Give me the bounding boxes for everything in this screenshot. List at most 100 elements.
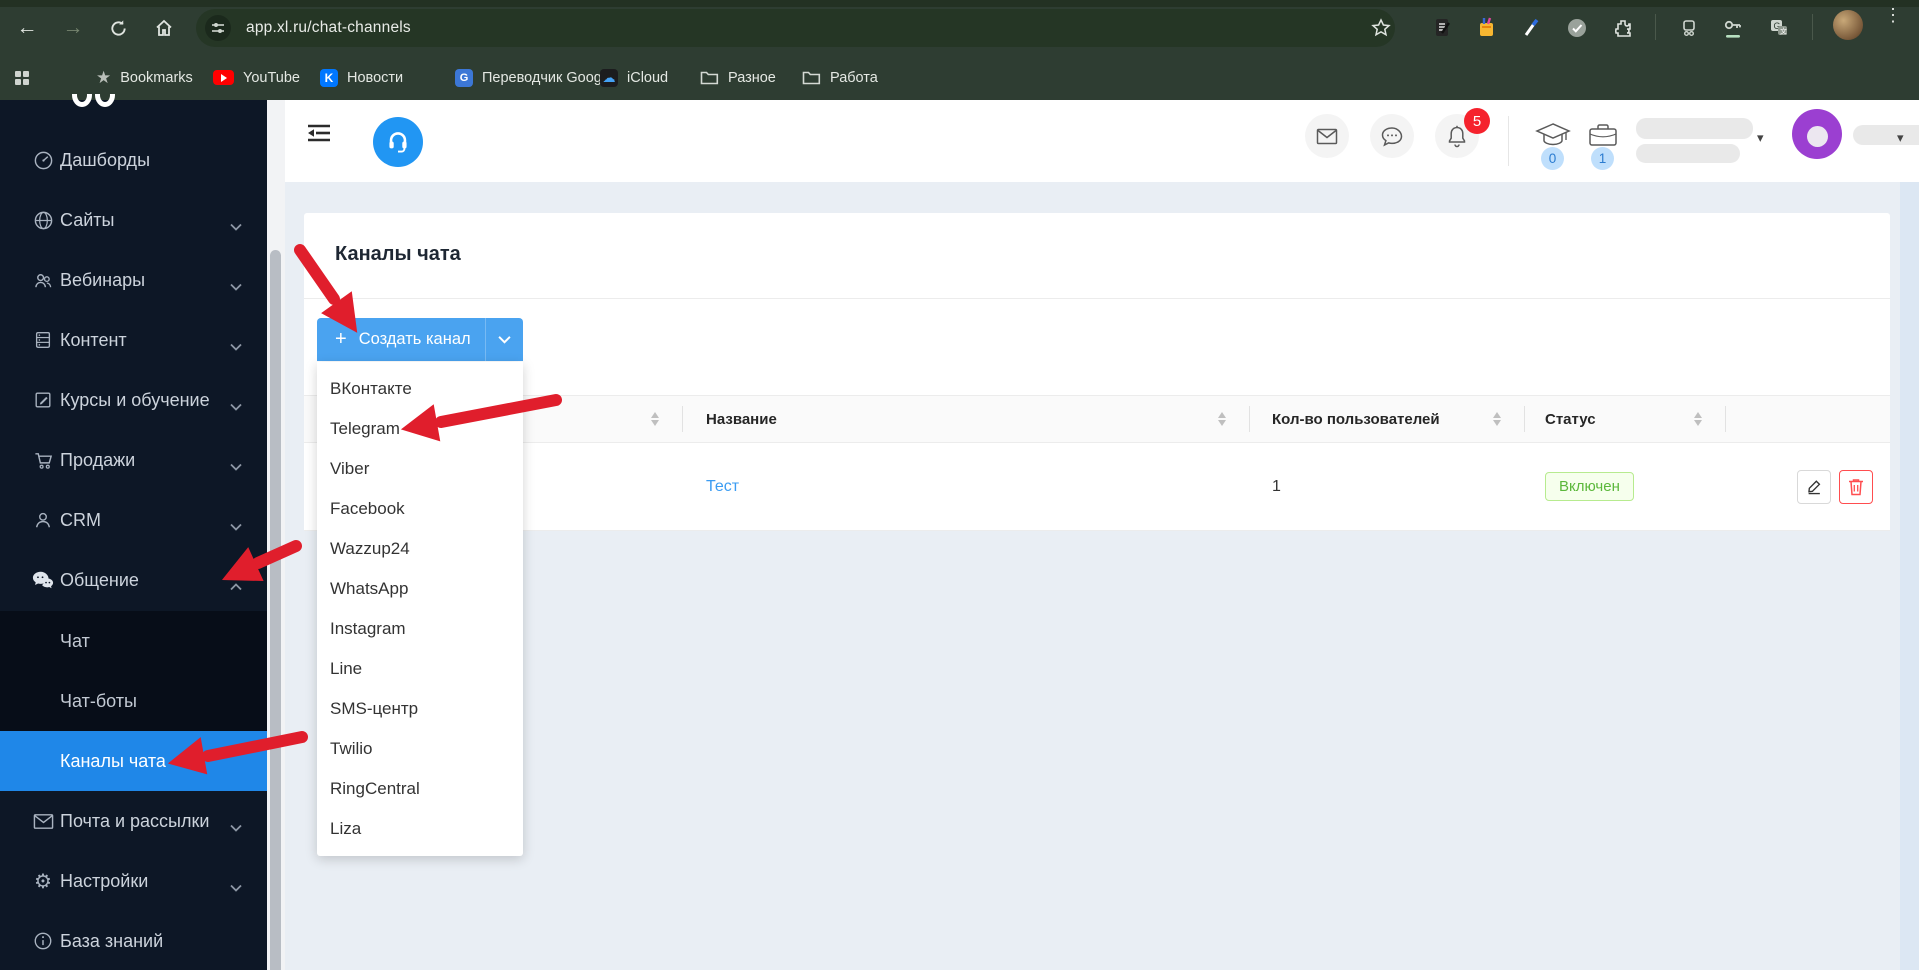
sidebar-item-crm[interactable]: CRM bbox=[0, 490, 267, 550]
dropdown-item-facebook[interactable]: Facebook bbox=[317, 489, 523, 529]
folder-icon bbox=[700, 71, 719, 85]
sort-icon[interactable] bbox=[651, 412, 659, 426]
extension-notepad-icon[interactable] bbox=[1428, 13, 1458, 43]
sidebar-item-communication[interactable]: Общение bbox=[0, 550, 267, 610]
sidebar-subitem-chatbots[interactable]: Чат-боты bbox=[0, 671, 267, 731]
content-list-icon bbox=[32, 329, 54, 351]
extension-notes-icon[interactable] bbox=[1472, 13, 1502, 43]
browser-profile-avatar[interactable] bbox=[1833, 10, 1863, 40]
communication-submenu: Чат Чат-боты Каналы чата bbox=[0, 611, 267, 791]
table-header-name[interactable]: Название bbox=[683, 396, 1250, 442]
chevron-down-icon bbox=[230, 335, 242, 356]
sort-icon[interactable] bbox=[1694, 412, 1702, 426]
bookmark-google-translate[interactable]: G Переводчик Google bbox=[455, 55, 613, 100]
sidebar-item-settings[interactable]: ⚙ Настройки bbox=[0, 851, 267, 911]
header-divider bbox=[1508, 116, 1509, 166]
dropdown-item-wazzup24[interactable]: Wazzup24 bbox=[317, 529, 523, 569]
table-header: Название Кол-во пользователей Статус bbox=[304, 395, 1890, 443]
bookmark-folder-rabota[interactable]: Работа bbox=[802, 55, 878, 100]
reload-icon[interactable] bbox=[102, 12, 134, 44]
table-header-status[interactable]: Статус bbox=[1525, 396, 1726, 442]
create-channel-dropdown-toggle[interactable] bbox=[485, 318, 523, 361]
youtube-icon bbox=[213, 70, 234, 85]
chevron-down-icon bbox=[498, 336, 511, 344]
account-chevron-icon[interactable]: ▾ bbox=[1757, 130, 1764, 146]
sidebar-item-dashboards[interactable]: Дашборды bbox=[0, 130, 267, 190]
extension-cart-icon[interactable] bbox=[1674, 13, 1704, 43]
translate-ext-icon[interactable]: G文 bbox=[1764, 13, 1794, 43]
extensions-puzzle-icon[interactable] bbox=[1608, 13, 1638, 43]
dropdown-item-whatsapp[interactable]: WhatsApp bbox=[317, 569, 523, 609]
dropdown-item-twilio[interactable]: Twilio bbox=[317, 729, 523, 769]
dropdown-item-telegram[interactable]: Telegram bbox=[317, 409, 523, 449]
bookmark-icloud[interactable]: ☁ iCloud bbox=[600, 55, 668, 100]
edit-button[interactable] bbox=[1797, 469, 1831, 504]
address-bar[interactable]: app.xl.ru/chat-channels bbox=[196, 9, 1395, 47]
dropdown-item-viber[interactable]: Viber bbox=[317, 449, 523, 489]
forward-icon[interactable]: → bbox=[57, 12, 89, 44]
vk-icon: K bbox=[320, 68, 338, 87]
page-scrollbar[interactable] bbox=[1900, 182, 1919, 970]
user-chevron-icon[interactable]: ▾ bbox=[1897, 130, 1904, 146]
collapse-sidebar-icon[interactable] bbox=[305, 122, 333, 149]
channel-name-link[interactable]: Тест bbox=[706, 478, 739, 496]
sidebar-scrollbar-track[interactable] bbox=[267, 100, 285, 970]
bookmark-folder-raznoe[interactable]: Разное bbox=[700, 55, 776, 100]
bookmark-novosti[interactable]: K Новости bbox=[320, 55, 403, 100]
site-info-icon[interactable] bbox=[205, 15, 231, 41]
chevron-down-icon bbox=[230, 215, 242, 236]
google-translate-icon: G bbox=[455, 68, 473, 87]
chevron-down-icon bbox=[230, 876, 242, 897]
star-icon: ★ bbox=[96, 67, 112, 87]
delete-button[interactable] bbox=[1839, 469, 1873, 504]
home-icon[interactable] bbox=[148, 12, 180, 44]
folder-icon bbox=[802, 71, 821, 85]
sidebar-item-webinars[interactable]: Вебинары bbox=[0, 250, 267, 310]
gauge-icon bbox=[32, 149, 54, 171]
table-row: Тест 1 Включен bbox=[304, 443, 1890, 531]
chevron-down-icon bbox=[230, 275, 242, 296]
sidebar-item-sales[interactable]: Продажи bbox=[0, 430, 267, 490]
apps-grid-icon[interactable] bbox=[14, 55, 30, 100]
sidebar-scrollbar-thumb[interactable] bbox=[270, 250, 281, 970]
browser-menu-icon[interactable]: ⋮ bbox=[1884, 6, 1902, 24]
app-logo[interactable] bbox=[373, 117, 423, 167]
channel-type-dropdown: ВКонтакте Telegram Viber Facebook Wazzup… bbox=[317, 362, 523, 856]
trash-icon bbox=[1849, 478, 1863, 495]
cell-name: Тест bbox=[683, 443, 1250, 530]
education-count-badge: 0 bbox=[1541, 147, 1564, 170]
dropdown-item-sms-center[interactable]: SMS-центр bbox=[317, 689, 523, 729]
account-subtitle-placeholder bbox=[1636, 144, 1740, 163]
create-channel-button[interactable]: + Создать канал bbox=[317, 318, 523, 361]
sidebar-item-sites[interactable]: Сайты bbox=[0, 190, 267, 250]
extension-pen-icon[interactable] bbox=[1517, 13, 1547, 43]
table-header-users[interactable]: Кол-во пользователей bbox=[1250, 396, 1525, 442]
dropdown-item-line[interactable]: Line bbox=[317, 649, 523, 689]
dropdown-item-vkontakte[interactable]: ВКонтакте bbox=[317, 369, 523, 409]
dropdown-item-liza[interactable]: Liza bbox=[317, 809, 523, 849]
svg-text:文: 文 bbox=[1780, 27, 1787, 36]
bookmark-star-icon[interactable] bbox=[1366, 13, 1396, 43]
back-icon[interactable]: ← bbox=[11, 12, 43, 44]
sidebar-item-mail[interactable]: Почта и рассылки bbox=[0, 791, 267, 851]
sidebar-subitem-chat-channels[interactable]: Каналы чата bbox=[0, 731, 267, 791]
user-avatar[interactable] bbox=[1792, 109, 1842, 159]
dropdown-item-ringcentral[interactable]: RingCentral bbox=[317, 769, 523, 809]
dropdown-item-instagram[interactable]: Instagram bbox=[317, 609, 523, 649]
toolbar-divider bbox=[1655, 14, 1656, 40]
bookmark-youtube[interactable]: YouTube bbox=[213, 55, 300, 100]
sidebar-item-courses[interactable]: Курсы и обучение bbox=[0, 370, 267, 430]
password-key-icon[interactable] bbox=[1718, 13, 1748, 43]
sidebar-item-knowledge-base[interactable]: База знаний bbox=[0, 911, 267, 970]
cell-users: 1 bbox=[1272, 477, 1281, 495]
sort-icon[interactable] bbox=[1493, 412, 1501, 426]
pencil-icon bbox=[1808, 479, 1821, 494]
window-top-strip bbox=[0, 0, 1919, 7]
sort-icon[interactable] bbox=[1218, 412, 1226, 426]
chat-icon[interactable] bbox=[1370, 114, 1414, 158]
sidebar-subitem-chat[interactable]: Чат bbox=[0, 611, 267, 671]
extension-check-icon[interactable] bbox=[1562, 13, 1592, 43]
sidebar-item-content[interactable]: Контент bbox=[0, 310, 267, 370]
mail-icon[interactable] bbox=[1305, 114, 1349, 158]
bell-icon[interactable]: 5 bbox=[1435, 108, 1490, 158]
